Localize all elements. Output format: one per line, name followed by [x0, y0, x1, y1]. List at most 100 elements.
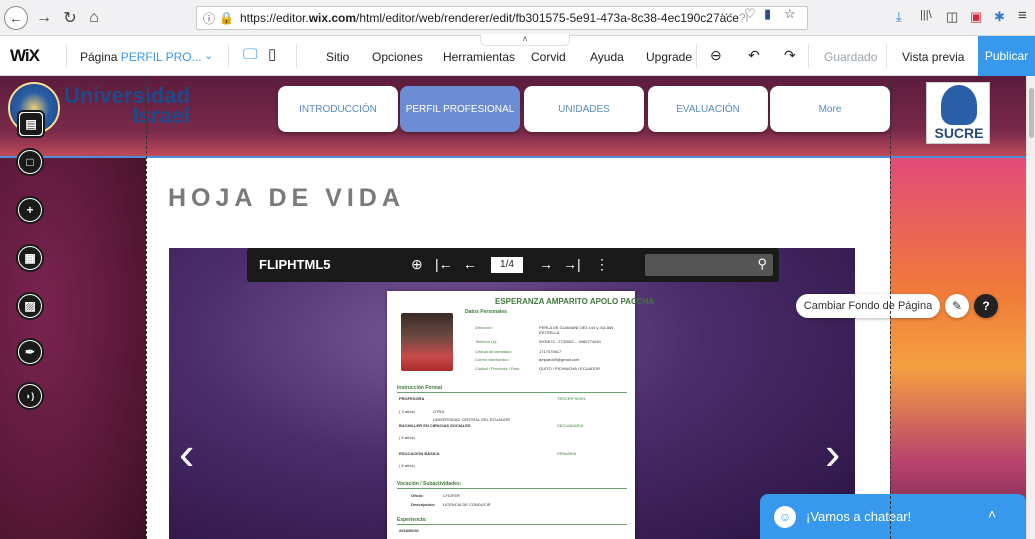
add-element-button[interactable]: +: [16, 196, 44, 224]
university-name: Universidad Israel: [64, 85, 190, 127]
home-button[interactable]: ⌂: [82, 6, 106, 30]
page-heading[interactable]: HOJA DE VIDA: [168, 184, 405, 213]
pocket-icon[interactable]: ♡: [744, 6, 756, 22]
lock-icon[interactable]: 🔒: [219, 11, 234, 25]
cv-text: LICENCIA DE CONDUCIR: [443, 502, 491, 507]
page-selector[interactable]: Página PERFIL PRO...: [80, 50, 202, 64]
nav-introduccion[interactable]: INTRODUCCIÓN: [278, 86, 398, 132]
help-button[interactable]: ?: [974, 294, 998, 318]
menu-ayuda[interactable]: Ayuda: [590, 50, 624, 64]
cv-text: PRIMARIA: [557, 451, 577, 456]
extension-2-icon[interactable]: ✱: [994, 9, 1005, 25]
fliphtml5-brand[interactable]: FLIPHTML5: [259, 257, 331, 272]
nav-unidades[interactable]: UNIDADES: [524, 86, 644, 132]
download-icon[interactable]: ⤓: [896, 9, 902, 25]
cv-field-key: Cédula de identidad:: [475, 349, 512, 354]
wix-chat-button[interactable]: ◗): [16, 382, 44, 410]
previous-page-arrow[interactable]: ‹: [179, 430, 194, 476]
sidebar-icon[interactable]: ◫: [946, 9, 958, 25]
more-options-icon[interactable]: ⋮: [595, 256, 609, 273]
edit-background-button[interactable]: ✎: [945, 294, 969, 318]
flipbook-toolbar: FLIPHTML5 ⊕ |← ← 1/4 → →| ⋮ ⚲: [247, 248, 779, 282]
url-scheme: https://editor.: [239, 11, 309, 25]
change-page-background-button[interactable]: Cambiar Fondo de Página: [796, 294, 940, 318]
pages-icon: ▤: [20, 113, 42, 135]
redo-icon[interactable]: ↷: [784, 47, 796, 64]
mobile-view-icon[interactable]: ▯: [268, 45, 276, 63]
pen-nib-icon: ✒: [19, 341, 41, 363]
blog-button[interactable]: ✒: [16, 338, 44, 366]
hamburger-menu-icon[interactable]: ≡: [1018, 7, 1027, 24]
previous-page-icon[interactable]: ←: [463, 256, 477, 272]
pencil-icon: ✎: [951, 299, 963, 313]
cv-field-key: Correo electrónico:: [475, 357, 509, 362]
menu-opciones[interactable]: Opciones: [372, 50, 423, 64]
desktop-view-icon[interactable]: 🖵: [243, 46, 257, 63]
flipbook-search-input[interactable]: ⚲: [645, 254, 773, 276]
collapse-toolbar-button[interactable]: ˄: [480, 34, 570, 46]
zoom-out-icon[interactable]: ⊖: [710, 47, 722, 64]
wix-logo[interactable]: WiX: [10, 46, 40, 66]
menu-corvid[interactable]: Corvid: [531, 50, 566, 64]
canvas-scrollbar[interactable]: [1026, 76, 1035, 539]
undo-icon[interactable]: ↶: [748, 47, 760, 64]
reload-button[interactable]: ↻: [58, 6, 82, 30]
scrollbar-thumb[interactable]: [1029, 88, 1034, 138]
chevron-down-icon[interactable]: ⌄: [204, 49, 213, 62]
page-number-field[interactable]: 1/4: [491, 257, 523, 273]
cv-field-value: amparo09@gmail.com: [539, 357, 580, 362]
cv-text: OTRA: [433, 409, 445, 414]
divider: [696, 44, 697, 68]
background-icon: □: [19, 151, 41, 173]
media-manager-button[interactable]: ▨: [16, 292, 44, 320]
forward-button[interactable]: →: [32, 6, 56, 30]
preview-button[interactable]: Vista previa: [902, 50, 964, 64]
flag-icon[interactable]: ▮: [764, 6, 771, 22]
background-tool-button[interactable]: □: [16, 148, 44, 176]
nav-more[interactable]: More: [770, 86, 890, 132]
bookmark-star-icon[interactable]: ☆: [784, 6, 796, 22]
info-icon[interactable]: ⓘ: [203, 10, 215, 27]
next-page-icon[interactable]: →: [539, 256, 553, 272]
menu-upgrade[interactable]: Upgrade: [646, 50, 692, 64]
last-page-icon[interactable]: →|: [563, 256, 581, 272]
menu-sitio[interactable]: Sitio: [326, 50, 349, 64]
cv-text: SECUNDARIA: [557, 423, 584, 428]
editor-canvas[interactable]: Universidad Israel INTRODUCCIÓN PERFIL P…: [0, 76, 1035, 539]
sucre-logo[interactable]: SUCRE: [926, 82, 990, 144]
wix-editor-toolbar: ˄ WiX Página PERFIL PRO... ⌄ 🖵 ▯ Sitio O…: [0, 34, 1035, 76]
url-path: /html/editor/web/renderer/edit/fb301575-…: [356, 11, 739, 25]
page-guide-right: [890, 76, 891, 539]
cv-text: EDUCACIÓN BÁSICA: [399, 451, 440, 456]
chevron-up-icon[interactable]: ˄: [988, 506, 996, 522]
url-bar[interactable]: ⓘ 🔒 https://editor. wix.com/html/editor/w…: [196, 6, 808, 30]
cv-field-value: 1717070617: [539, 349, 562, 354]
flipbook-viewer[interactable]: FLIPHTML5 ⊕ |← ← 1/4 → →| ⋮ ⚲ ‹ › ESPERA…: [169, 248, 855, 539]
nav-perfil-profesional[interactable]: PERFIL PROFESIONAL: [400, 86, 520, 132]
next-page-arrow[interactable]: ›: [825, 430, 840, 476]
help-icon: ?: [982, 299, 990, 313]
nav-evaluacion[interactable]: EVALUACIÓN: [648, 86, 768, 132]
chat-widget[interactable]: ☺ ¡Vamos a chatear! ˄: [760, 494, 1026, 539]
page-guide-left: [146, 76, 147, 539]
cv-page: ESPERANZA AMPARITO APOLO PACCHA Datos Pe…: [387, 291, 654, 539]
menu-herramientas[interactable]: Herramientas: [443, 50, 515, 64]
apps-icon: ▦: [19, 247, 41, 269]
cv-field-key: Ciudad / Provincia / País:: [475, 366, 520, 371]
library-icon[interactable]: |||\: [920, 9, 932, 21]
first-page-icon[interactable]: |←: [435, 256, 453, 272]
zoom-in-icon[interactable]: ⊕: [411, 256, 423, 273]
cv-text: BACHILLER EN CIENCIAS SOCIALES: [399, 423, 471, 428]
cv-text: Oficio:: [411, 493, 424, 498]
add-apps-button[interactable]: ▦: [16, 244, 44, 272]
cv-rule: [397, 524, 627, 525]
cv-text: UNIVERSIDAD CENTRAL DEL ECUADOR: [433, 417, 510, 422]
page-actions-icon[interactable]: ···: [720, 6, 733, 21]
cv-text: CHOFER: [443, 493, 460, 498]
extension-icon[interactable]: ▣: [970, 9, 982, 25]
publish-button[interactable]: Publicar: [978, 36, 1035, 76]
cv-field-value: QUITO / PICHINCHA / ECUADOR: [539, 366, 601, 371]
pages-menu-button[interactable]: ▤: [17, 110, 45, 138]
back-button[interactable]: ←: [4, 6, 28, 30]
back-icon: ←: [9, 10, 23, 26]
